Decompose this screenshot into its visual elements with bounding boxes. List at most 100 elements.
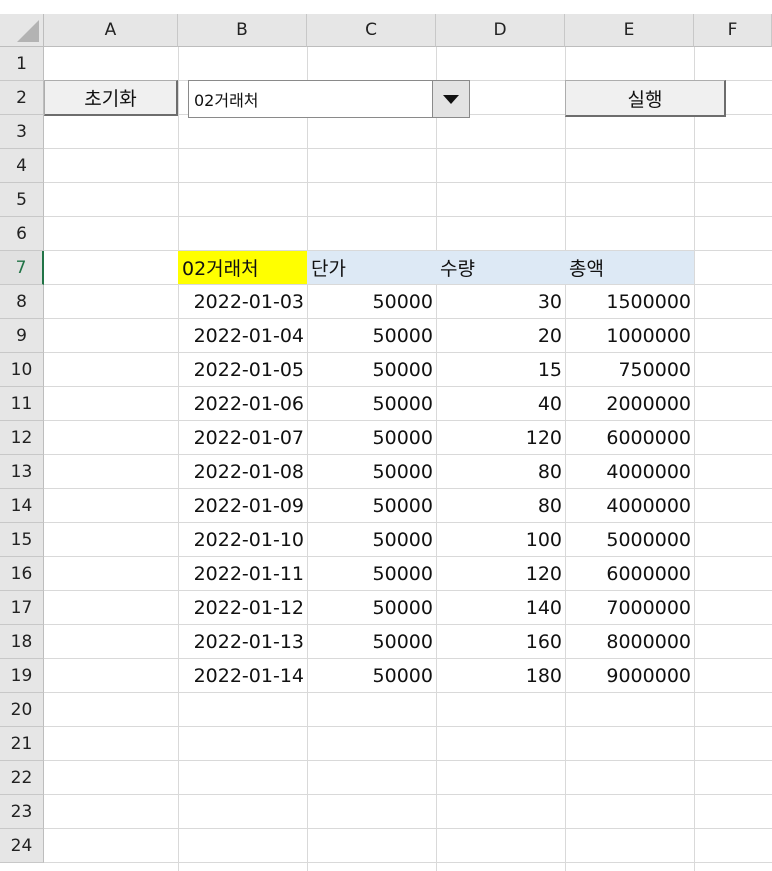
row-header-5[interactable]: 5 xyxy=(0,183,44,217)
date-cell[interactable]: 2022-01-12 xyxy=(178,591,307,624)
quantity-cell[interactable]: 20 xyxy=(436,319,565,352)
quantity-cell[interactable]: 140 xyxy=(436,591,565,624)
reset-button[interactable]: 초기화 xyxy=(44,80,178,116)
date-cell[interactable]: 2022-01-06 xyxy=(178,387,307,420)
select-all-corner[interactable] xyxy=(0,14,44,47)
column-header-d[interactable]: D xyxy=(436,14,565,47)
client-select-value: 02거래처 xyxy=(194,91,259,110)
dropdown-arrow-icon xyxy=(443,94,459,104)
quantity-cell[interactable]: 160 xyxy=(436,625,565,658)
grid-hline xyxy=(44,726,772,727)
grid-hline xyxy=(44,862,772,863)
row-header-23[interactable]: 23 xyxy=(0,795,44,829)
row-header-7[interactable]: 7 xyxy=(0,251,44,285)
row-header-15[interactable]: 15 xyxy=(0,523,44,557)
quantity-cell[interactable]: 120 xyxy=(436,557,565,590)
total-cell[interactable]: 2000000 xyxy=(565,387,694,420)
quantity-cell[interactable]: 120 xyxy=(436,421,565,454)
row-header-10[interactable]: 10 xyxy=(0,353,44,387)
run-button[interactable]: 실행 xyxy=(565,80,726,117)
unit-price-cell[interactable]: 50000 xyxy=(307,319,436,352)
row-header-18[interactable]: 18 xyxy=(0,625,44,659)
row-header-6[interactable]: 6 xyxy=(0,217,44,251)
select-all-triangle-icon xyxy=(17,20,39,42)
header-unit-price-cell[interactable]: 단가 xyxy=(307,251,436,284)
row-header-14[interactable]: 14 xyxy=(0,489,44,523)
grid-hline xyxy=(44,794,772,795)
quantity-cell[interactable]: 80 xyxy=(436,489,565,522)
unit-price-cell[interactable]: 50000 xyxy=(307,285,436,318)
date-cell[interactable]: 2022-01-10 xyxy=(178,523,307,556)
date-cell[interactable]: 2022-01-14 xyxy=(178,659,307,692)
column-header-b[interactable]: B xyxy=(178,14,307,47)
unit-price-cell[interactable]: 50000 xyxy=(307,591,436,624)
total-cell[interactable]: 5000000 xyxy=(565,523,694,556)
unit-price-cell[interactable]: 50000 xyxy=(307,557,436,590)
row-header-19[interactable]: 19 xyxy=(0,659,44,693)
quantity-cell[interactable]: 100 xyxy=(436,523,565,556)
row-header-24[interactable]: 24 xyxy=(0,829,44,863)
grid-hline xyxy=(44,828,772,829)
row-header-8[interactable]: 8 xyxy=(0,285,44,319)
unit-price-cell[interactable]: 50000 xyxy=(307,421,436,454)
grid-hline xyxy=(44,182,772,183)
header-quantity-cell[interactable]: 수량 xyxy=(436,251,565,284)
quantity-cell[interactable]: 30 xyxy=(436,285,565,318)
total-cell[interactable]: 4000000 xyxy=(565,455,694,488)
column-header-f[interactable]: F xyxy=(694,14,772,47)
row-header-16[interactable]: 16 xyxy=(0,557,44,591)
row-header-2[interactable]: 2 xyxy=(0,81,44,115)
total-cell[interactable]: 1000000 xyxy=(565,319,694,352)
row-header-11[interactable]: 11 xyxy=(0,387,44,421)
row-header-3[interactable]: 3 xyxy=(0,115,44,149)
unit-price-cell[interactable]: 50000 xyxy=(307,387,436,420)
total-cell[interactable]: 7000000 xyxy=(565,591,694,624)
row-header-4[interactable]: 4 xyxy=(0,149,44,183)
row-header-22[interactable]: 22 xyxy=(0,761,44,795)
grid-hline xyxy=(44,692,772,693)
client-select[interactable]: 02거래처 xyxy=(188,80,470,118)
total-cell[interactable]: 6000000 xyxy=(565,557,694,590)
date-cell[interactable]: 2022-01-11 xyxy=(178,557,307,590)
total-cell[interactable]: 750000 xyxy=(565,353,694,386)
quantity-cell[interactable]: 80 xyxy=(436,455,565,488)
spreadsheet: ABCDEF 1 2 3 4 5 6 7 8 9 10 11 12 13 14 15 16 17 18 19 20 21… xyxy=(0,0,772,871)
column-header-a[interactable]: A xyxy=(44,14,178,47)
row-header-13[interactable]: 13 xyxy=(0,455,44,489)
row-header-9[interactable]: 9 xyxy=(0,319,44,353)
quantity-cell[interactable]: 40 xyxy=(436,387,565,420)
total-cell[interactable]: 4000000 xyxy=(565,489,694,522)
row-header-1[interactable]: 1 xyxy=(0,47,44,81)
header-total-cell[interactable]: 총액 xyxy=(565,251,694,284)
row-header-21[interactable]: 21 xyxy=(0,727,44,761)
column-header-c[interactable]: C xyxy=(307,14,436,47)
unit-price-cell[interactable]: 50000 xyxy=(307,353,436,386)
total-cell[interactable]: 1500000 xyxy=(565,285,694,318)
column-header-e[interactable]: E xyxy=(565,14,694,47)
date-cell[interactable]: 2022-01-13 xyxy=(178,625,307,658)
row-header-20[interactable]: 20 xyxy=(0,693,44,727)
date-cell[interactable]: 2022-01-08 xyxy=(178,455,307,488)
grid-hline xyxy=(44,216,772,217)
grid-hline xyxy=(44,148,772,149)
date-cell[interactable]: 2022-01-09 xyxy=(178,489,307,522)
quantity-cell[interactable]: 180 xyxy=(436,659,565,692)
unit-price-cell[interactable]: 50000 xyxy=(307,489,436,522)
total-cell[interactable]: 6000000 xyxy=(565,421,694,454)
row-header-17[interactable]: 17 xyxy=(0,591,44,625)
quantity-cell[interactable]: 15 xyxy=(436,353,565,386)
header-client-cell[interactable]: 02거래처 xyxy=(178,251,307,284)
date-cell[interactable]: 2022-01-07 xyxy=(178,421,307,454)
date-cell[interactable]: 2022-01-03 xyxy=(178,285,307,318)
unit-price-cell[interactable]: 50000 xyxy=(307,523,436,556)
total-cell[interactable]: 8000000 xyxy=(565,625,694,658)
date-cell[interactable]: 2022-01-05 xyxy=(178,353,307,386)
total-cell[interactable]: 9000000 xyxy=(565,659,694,692)
unit-price-cell[interactable]: 50000 xyxy=(307,625,436,658)
unit-price-cell[interactable]: 50000 xyxy=(307,659,436,692)
row-header-12[interactable]: 12 xyxy=(0,421,44,455)
unit-price-cell[interactable]: 50000 xyxy=(307,455,436,488)
date-cell[interactable]: 2022-01-04 xyxy=(178,319,307,352)
grid-vline xyxy=(694,47,695,871)
dropdown-button[interactable] xyxy=(432,81,469,117)
